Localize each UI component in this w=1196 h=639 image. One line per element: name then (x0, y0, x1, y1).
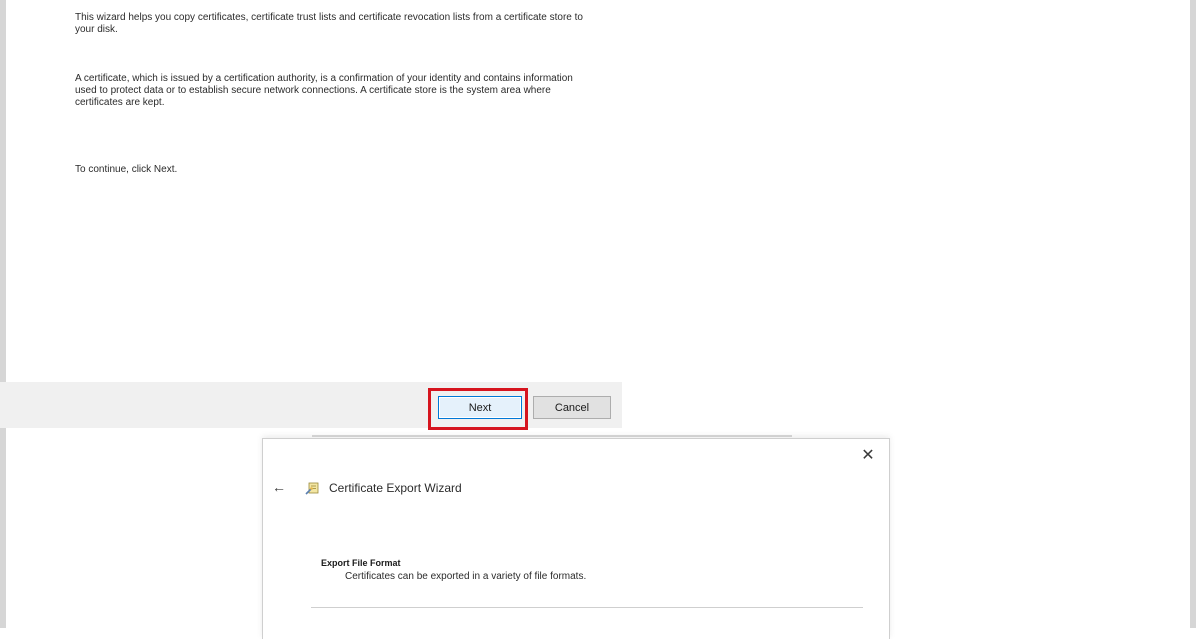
back-arrow-icon[interactable]: ← (271, 479, 287, 495)
window-shadow-line (312, 435, 792, 437)
window-edge-left (0, 0, 6, 628)
intro-paragraph-3: To continue, click Next. (75, 164, 178, 175)
certificate-wizard-icon (305, 482, 319, 495)
section-divider (311, 607, 863, 608)
window-edge-right (1190, 0, 1196, 628)
export-wizard-window: ✕ ← Certificate Export Wizard Export Fil… (262, 438, 890, 639)
intro-paragraph-2: A certificate, which is issued by a cert… (75, 73, 573, 108)
wizard-footer-bar (0, 382, 622, 428)
intro-paragraph-1: This wizard helps you copy certificates,… (75, 12, 583, 35)
cancel-button[interactable]: Cancel (533, 396, 611, 419)
section-title: Export File Format (321, 558, 401, 568)
wizard-title: Certificate Export Wizard (329, 481, 462, 495)
section-description: Certificates can be exported in a variet… (345, 571, 587, 582)
close-icon[interactable]: ✕ (859, 447, 877, 465)
next-button-highlight (428, 388, 528, 430)
